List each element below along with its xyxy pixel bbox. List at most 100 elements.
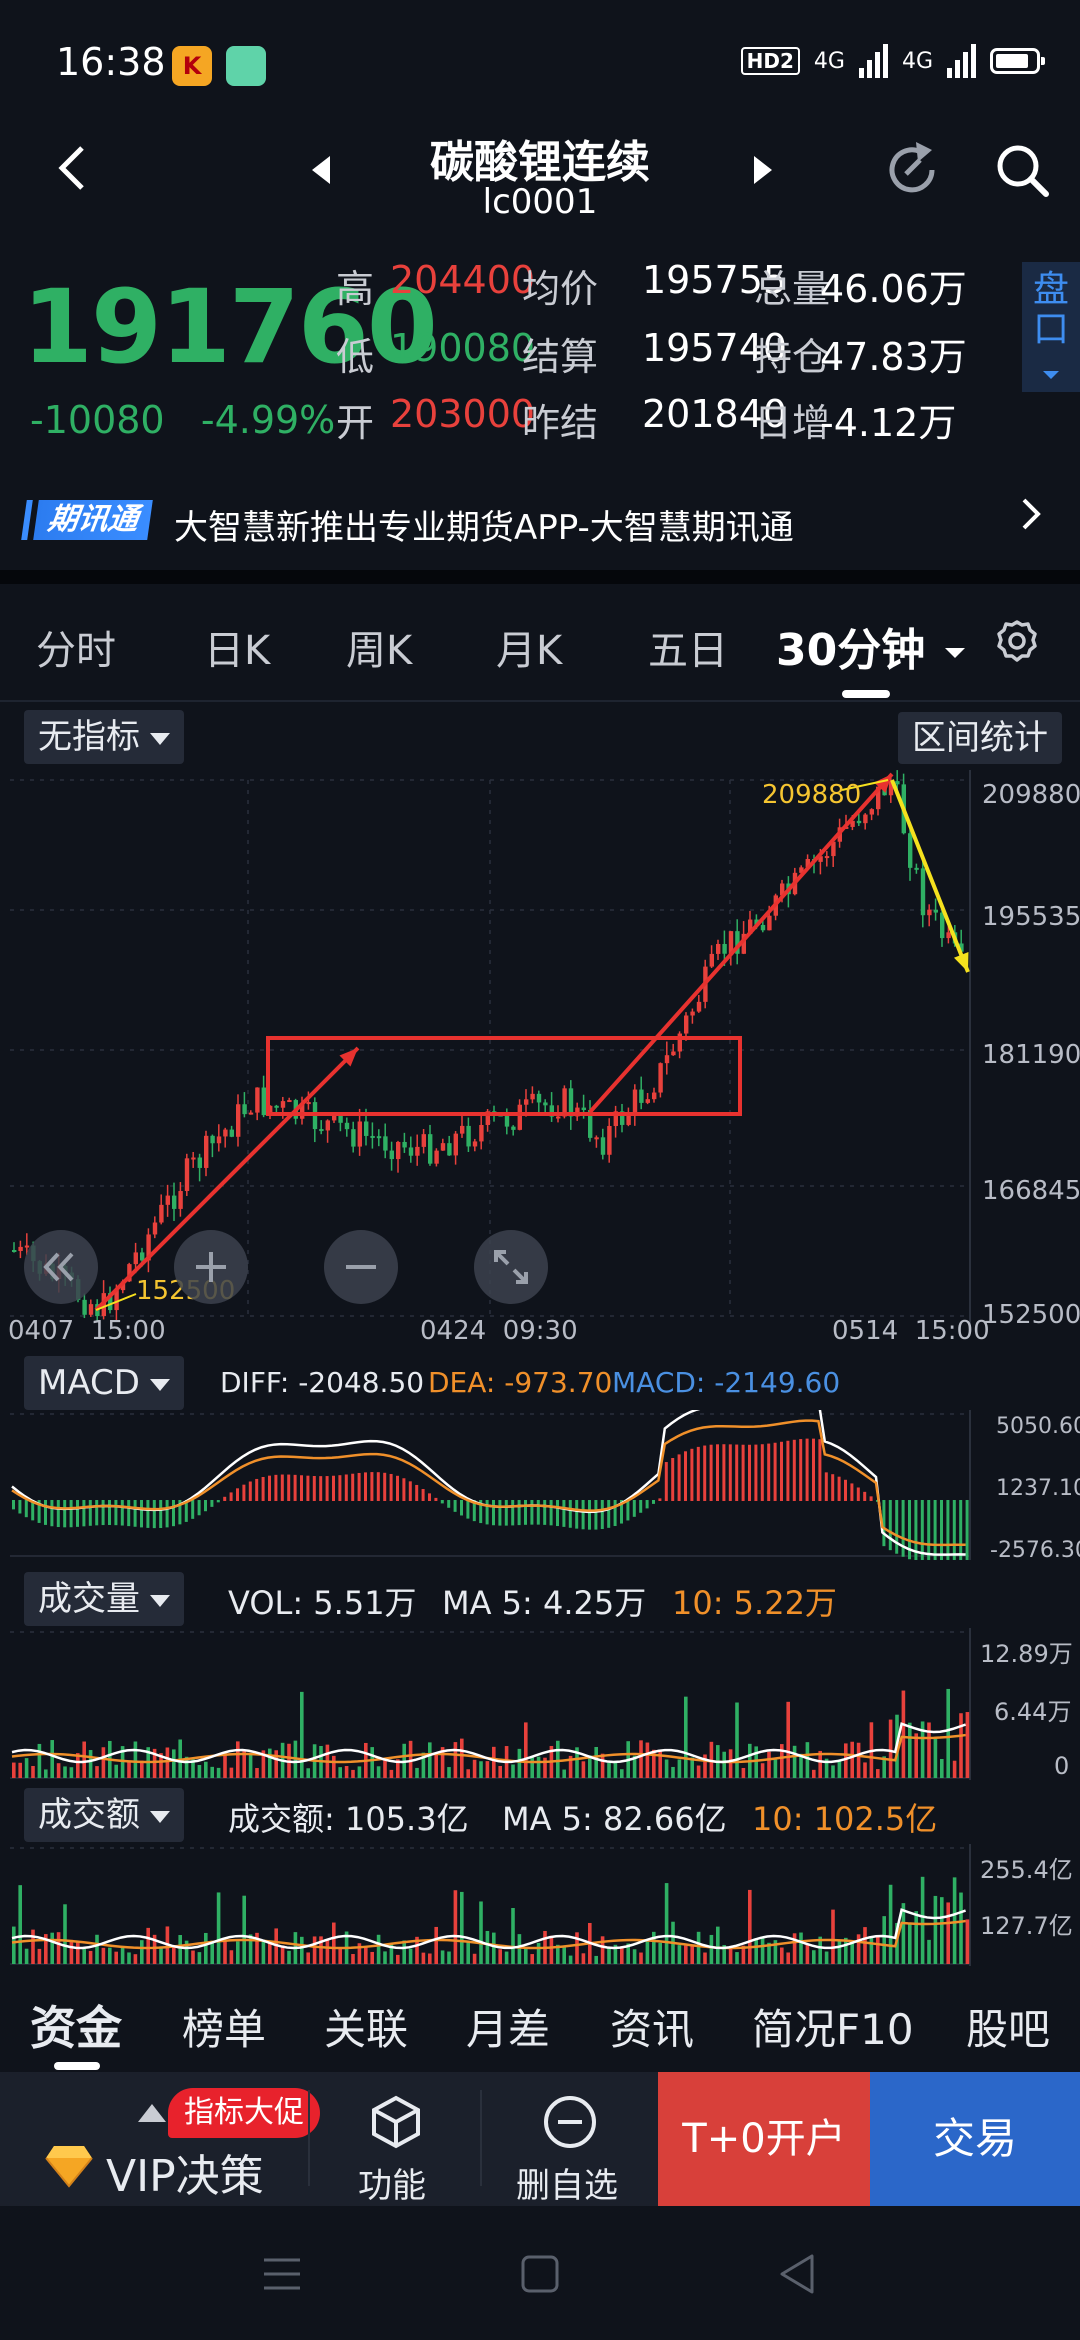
volume-bar	[581, 1761, 586, 1778]
tab-forum[interactable]: 股吧	[966, 1996, 1050, 2057]
tab-intraday[interactable]: 分时	[36, 618, 116, 676]
trend-arrow-down-head	[953, 952, 969, 972]
macd-bar	[69, 1500, 73, 1528]
trade-button[interactable]: 交易	[870, 2072, 1080, 2206]
candle-body	[690, 1011, 695, 1016]
range-stats-button[interactable]: 区间统计	[898, 712, 1062, 764]
macd-bar	[351, 1473, 355, 1501]
search-button[interactable]	[990, 138, 1054, 202]
refresh-button[interactable]	[880, 138, 944, 202]
minus-circle-icon	[544, 2096, 596, 2148]
amount-bar	[831, 1909, 835, 1964]
promo-badge[interactable]: 指标大促	[168, 2088, 320, 2138]
order-book-button[interactable]: 盘口	[1022, 262, 1080, 392]
candle-body	[946, 932, 951, 939]
tab-30-min[interactable]: 30分钟	[776, 614, 967, 678]
indicator-selector[interactable]: 无指标	[24, 710, 184, 764]
tab-rankings[interactable]: 榜单	[182, 1996, 266, 2057]
tab-related[interactable]: 关联	[324, 1996, 408, 2057]
zoom-out-button[interactable]	[324, 1230, 398, 1304]
tab-weekly-k[interactable]: 周K	[346, 618, 412, 676]
tab-fund-flow[interactable]: 资金	[30, 1992, 122, 2058]
amount-chart[interactable]	[0, 1844, 1080, 1966]
tab-month-spread[interactable]: 月差	[466, 1996, 550, 2057]
candle-body	[460, 1125, 465, 1134]
amount-bar	[952, 1877, 957, 1964]
macd-chart[interactable]	[0, 1410, 1080, 1560]
candle-body	[511, 1126, 516, 1130]
triangle-right-icon	[754, 156, 772, 184]
macd-bar	[869, 1496, 873, 1501]
back-button[interactable]	[52, 138, 92, 198]
prev-contract-button[interactable]	[306, 150, 336, 190]
volume-bar	[376, 1766, 381, 1778]
candle-body	[165, 1195, 170, 1205]
home-nav-button[interactable]	[520, 2254, 560, 2298]
fullscreen-button[interactable]	[474, 1230, 548, 1304]
candle-body	[524, 1099, 529, 1105]
amount-bar	[261, 1939, 266, 1964]
back-nav-button[interactable]	[776, 2252, 816, 2300]
macd-selector[interactable]: MACD	[24, 1356, 184, 1410]
vip-button[interactable]	[44, 2144, 94, 2188]
volume-bar	[600, 1753, 605, 1778]
macd-bar	[248, 1481, 252, 1501]
chart-settings-button[interactable]	[992, 616, 1042, 666]
amount-bar	[460, 1891, 464, 1964]
open-account-button[interactable]: T+0开户	[658, 2072, 870, 2206]
macd-bar	[504, 1500, 508, 1526]
amount-selector[interactable]: 成交额	[24, 1788, 184, 1842]
macd-bar	[197, 1500, 201, 1516]
macd-bar	[18, 1500, 22, 1514]
app-notification-icon: K	[172, 46, 212, 86]
volume-bar	[12, 1762, 16, 1778]
banner-arrow[interactable]	[1018, 494, 1044, 544]
amount-bar	[735, 1952, 739, 1964]
macd-bar	[280, 1474, 284, 1501]
status-time: 16:38	[56, 40, 166, 84]
scroll-left-button[interactable]	[24, 1230, 98, 1304]
next-contract-button[interactable]	[748, 150, 778, 190]
candle-body	[581, 1107, 586, 1111]
macd-bar	[159, 1500, 163, 1528]
macd-bar	[172, 1500, 175, 1527]
macd-bar	[415, 1484, 419, 1501]
candle-body	[428, 1134, 433, 1164]
amount-bar	[748, 1889, 752, 1964]
volume-bar	[562, 1769, 566, 1778]
amount-bar	[18, 1885, 22, 1964]
macd-bar	[95, 1500, 99, 1526]
vip-label[interactable]: VIP决策	[106, 2140, 264, 2204]
tab-news[interactable]: 资讯	[610, 1996, 694, 2057]
diamond-icon	[45, 2146, 93, 2188]
volume-chart[interactable]	[0, 1628, 1080, 1780]
amount-bar	[332, 1922, 336, 1964]
signal-icon	[858, 44, 888, 78]
amount-bar	[568, 1955, 573, 1964]
menu-nav-button[interactable]	[262, 2256, 302, 2296]
volume-selector[interactable]: 成交量	[24, 1572, 184, 1626]
function-button[interactable]	[366, 2092, 426, 2152]
tab-five-day[interactable]: 五日	[648, 618, 728, 676]
price-change: -10080 -4.99%	[30, 398, 335, 442]
amount-bar	[760, 1938, 765, 1964]
macd-bar	[773, 1442, 777, 1501]
zoom-in-button[interactable]	[174, 1230, 248, 1304]
candle-body	[767, 915, 772, 931]
tab-overview-f10[interactable]: 简况F10	[752, 1996, 914, 2057]
macd-bar	[568, 1500, 572, 1528]
amount-bar	[229, 1950, 234, 1964]
remove-watchlist-button[interactable]	[540, 2092, 600, 2152]
candle-body	[415, 1146, 420, 1156]
macd-bar	[664, 1462, 668, 1501]
macd-bar	[370, 1472, 374, 1501]
tab-monthly-k[interactable]: 月K	[496, 618, 562, 676]
candle-body	[236, 1104, 241, 1137]
hd-voice-badge: HD2	[740, 47, 800, 75]
candle-body	[357, 1121, 362, 1147]
tab-daily-k[interactable]: 日K	[204, 618, 270, 676]
amount-bar	[31, 1929, 35, 1964]
volume-bar	[485, 1761, 490, 1778]
candle-body	[863, 814, 868, 824]
contract-code: lc0001	[482, 182, 598, 222]
